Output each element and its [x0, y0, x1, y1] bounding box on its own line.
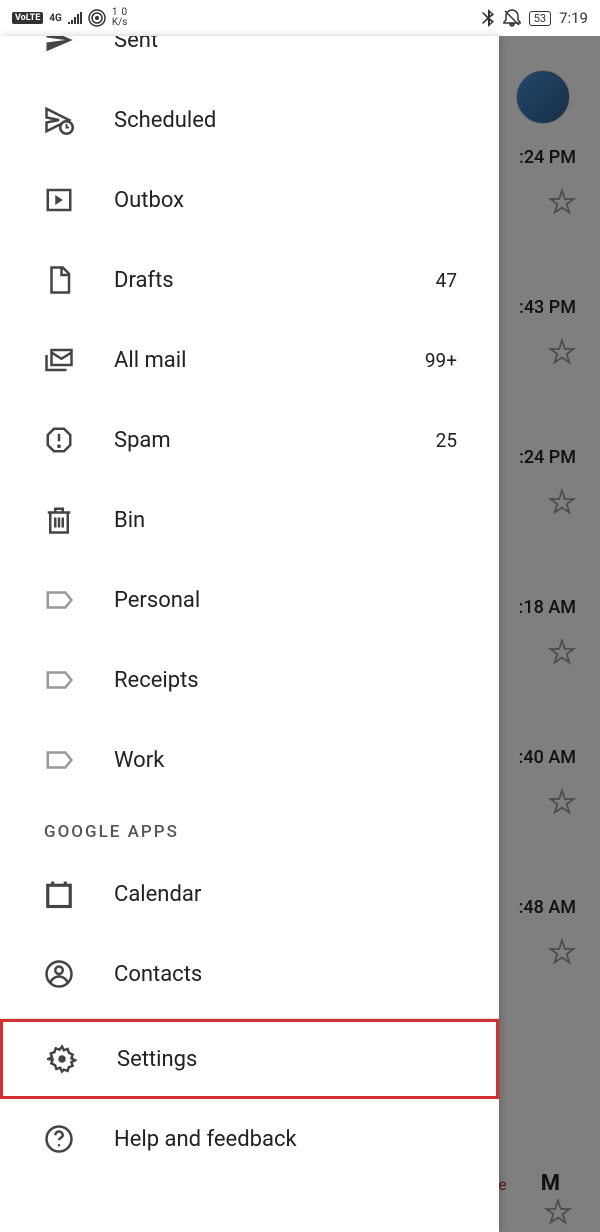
star-icon	[548, 638, 576, 666]
nav-count: 25	[436, 429, 475, 452]
bluetooth-icon	[481, 9, 495, 27]
status-right: 53 7:19	[481, 9, 588, 27]
nav-label: Personal	[114, 588, 475, 613]
allmail-icon	[44, 345, 74, 375]
settings-icon	[47, 1044, 77, 1074]
nav-item-sent[interactable]: Sent	[0, 36, 499, 80]
nav-label: Work	[114, 748, 475, 773]
network-type: 4G	[49, 13, 62, 24]
nav-label: Spam	[114, 428, 436, 453]
nav-count: 47	[436, 269, 475, 292]
nav-item-spam[interactable]: Spam 25	[0, 400, 499, 480]
star-icon	[548, 938, 576, 966]
battery-indicator: 53	[529, 11, 551, 26]
star-icon	[548, 188, 576, 216]
nav-label: All mail	[114, 348, 425, 373]
label-icon	[44, 585, 74, 615]
contacts-icon	[44, 959, 74, 989]
dnd-icon	[503, 9, 521, 27]
nav-item-bin[interactable]: Bin	[0, 480, 499, 560]
section-header-google-apps: GOOGLE APPS	[0, 800, 499, 854]
nav-label: Sent	[114, 36, 457, 53]
nav-item-receipts[interactable]: Receipts	[0, 640, 499, 720]
nav-count: 99+	[425, 349, 475, 372]
nav-item-outbox[interactable]: Outbox	[0, 160, 499, 240]
mail-badge: e M	[498, 1171, 560, 1196]
nav-label: Receipts	[114, 668, 475, 693]
status-bar: VoLTE 4G 10 K/s 53 7:19	[0, 0, 600, 36]
nav-item-allmail[interactable]: All mail 99+	[0, 320, 499, 400]
help-icon	[44, 1124, 74, 1154]
mail-time: :48 AM	[519, 897, 576, 918]
nav-label: Calendar	[114, 882, 475, 907]
nav-label: Drafts	[114, 268, 436, 293]
volte-badge: VoLTE	[12, 12, 43, 24]
nav-item-drafts[interactable]: Drafts 47	[0, 240, 499, 320]
spam-icon	[44, 425, 74, 455]
label-icon	[44, 665, 74, 695]
nav-label: Settings	[117, 1047, 472, 1072]
outbox-icon	[44, 185, 74, 215]
mail-time: :43 PM	[519, 297, 576, 318]
nav-label: Help and feedback	[114, 1127, 475, 1152]
sent-icon	[44, 36, 74, 55]
star-icon	[548, 788, 576, 816]
mail-time: :24 PM	[519, 447, 576, 468]
nav-item-contacts[interactable]: Contacts	[0, 934, 499, 1014]
nav-item-calendar[interactable]: Calendar	[0, 854, 499, 934]
navigation-drawer: Sent Scheduled Outbox Drafts 47	[0, 36, 499, 1232]
hotspot-icon	[88, 9, 106, 27]
star-icon	[544, 1198, 572, 1226]
clock: 7:19	[559, 9, 588, 27]
profile-avatar	[516, 70, 570, 124]
network-speed: 10 K/s	[112, 8, 128, 28]
nav-label: Scheduled	[114, 108, 475, 133]
mail-time: :24 PM	[519, 147, 576, 168]
nav-label: Outbox	[114, 188, 475, 213]
label-icon	[44, 745, 74, 775]
bin-icon	[44, 505, 74, 535]
star-icon	[548, 338, 576, 366]
nav-item-help[interactable]: Help and feedback	[0, 1099, 499, 1179]
scheduled-icon	[44, 105, 74, 135]
mail-time: :40 AM	[519, 747, 576, 768]
nav-item-scheduled[interactable]: Scheduled	[0, 80, 499, 160]
status-left: VoLTE 4G 10 K/s	[12, 8, 127, 28]
drafts-icon	[44, 265, 74, 295]
mail-time: :18 AM	[519, 597, 576, 618]
nav-label: Contacts	[114, 962, 475, 987]
star-icon	[548, 488, 576, 516]
signal-bars-icon	[68, 12, 82, 24]
nav-item-work[interactable]: Work	[0, 720, 499, 800]
nav-item-personal[interactable]: Personal	[0, 560, 499, 640]
nav-label: Bin	[114, 508, 475, 533]
calendar-icon	[44, 879, 74, 909]
nav-item-settings[interactable]: Settings	[0, 1019, 499, 1099]
